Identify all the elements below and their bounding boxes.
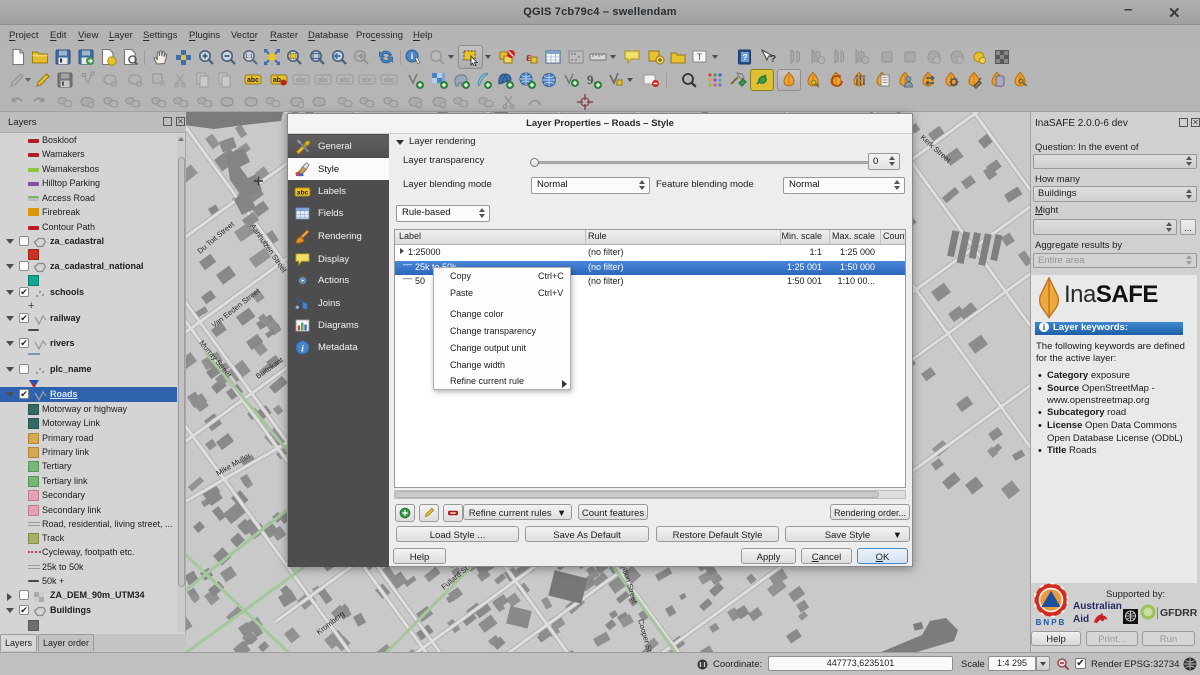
svg-text:abc: abc <box>247 77 259 84</box>
svg-text:ab: ab <box>273 77 281 84</box>
svg-text:i: i <box>301 344 304 354</box>
svg-text:?: ? <box>743 53 748 62</box>
svg-text:abc: abc <box>339 77 351 84</box>
svg-text:abc: abc <box>297 189 309 196</box>
svg-text:1:1: 1:1 <box>245 54 253 60</box>
svg-text:abc: abc <box>361 77 373 84</box>
svg-text:abc: abc <box>383 77 395 84</box>
svg-text:T: T <box>697 52 703 62</box>
svg-text:abc: abc <box>317 77 329 84</box>
svg-text:abc: abc <box>295 77 307 84</box>
svg-text:?: ? <box>770 54 776 65</box>
